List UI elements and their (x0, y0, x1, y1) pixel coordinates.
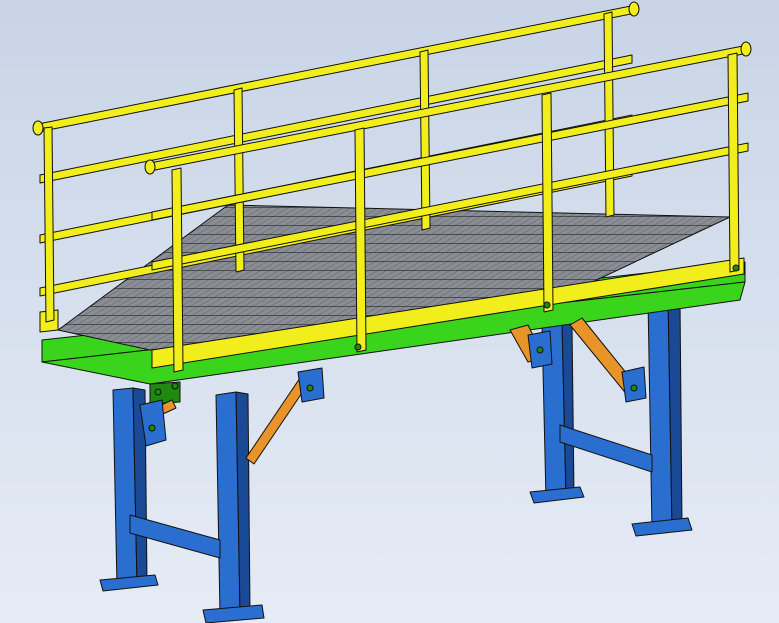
bolt (732, 264, 740, 272)
bolt (148, 424, 156, 432)
front-post-2 (354, 127, 367, 353)
back-post-3 (419, 49, 431, 231)
back-post-1 (43, 126, 55, 323)
front-post-1 (171, 167, 184, 373)
front-post-3 (541, 92, 554, 313)
front-rail-cap-right (740, 41, 752, 57)
bolt (154, 388, 162, 396)
bolt (630, 384, 638, 392)
bolt (306, 384, 314, 392)
bolt (171, 382, 179, 390)
cad-viewport (0, 0, 779, 623)
bolt (536, 346, 544, 354)
platform-model (0, 0, 779, 623)
bolt (354, 343, 362, 351)
back-post-4 (603, 11, 615, 218)
bolt (543, 301, 551, 309)
back-rail-cap-left (32, 120, 44, 136)
back-rail-cap-right (628, 1, 640, 17)
front-post-4 (727, 52, 740, 273)
front-rail-cap-left (144, 159, 156, 175)
